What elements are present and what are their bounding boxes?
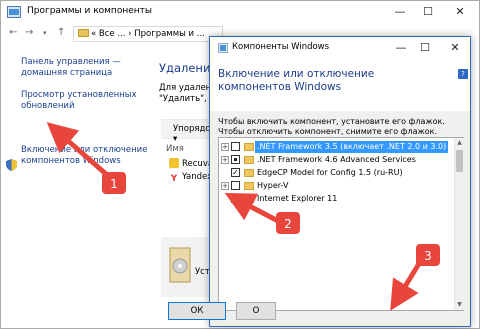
feature-label: .NET Framework 4.6 Advanced Services [257,155,416,164]
windows-features-dialog: Компоненты Windows — ☐ ✕ Включение или о… [209,36,471,327]
forward-icon[interactable]: → [25,27,33,38]
folder-icon [78,29,89,37]
folder-icon [244,195,254,203]
feature-row-hyperv[interactable]: + Hyper-V [219,180,453,192]
expand-icon[interactable]: + [221,182,229,190]
expand-icon[interactable]: + [221,143,229,151]
feature-checkbox-ie11[interactable]: ✓ [231,194,240,203]
feature-checkbox-net46[interactable] [231,155,240,164]
feature-checkbox-net35[interactable] [231,142,240,151]
list-item[interactable]: Recuva [169,158,213,169]
dialog-heading: Включение или отключение компонентов Win… [218,68,375,93]
dialog-header: Включение или отключение компонентов Win… [210,59,470,111]
installer-box-icon [169,247,191,283]
folder-icon [244,182,254,190]
bg-window-title: Программы и компоненты [27,6,152,16]
sidebar: Панель управления — домашняя страница Пр… [1,46,151,328]
shield-icon [6,159,17,171]
sidebar-link-windows-features[interactable]: Включение или отключение компонентов Win… [21,145,149,167]
windows-features-icon [218,43,228,53]
sidebar-link-updates[interactable]: Просмотр установленных обновлений [21,90,149,112]
feature-checkbox-hyperv[interactable] [231,181,240,190]
ok-button[interactable]: ОК [168,302,226,320]
help-icon[interactable]: ? [458,69,468,79]
folder-icon [244,143,254,151]
list-item[interactable]: Y Yandex [169,172,212,184]
bg-minimize-button[interactable]: — [387,3,413,21]
folder-icon [244,169,254,177]
recuva-icon [169,158,179,168]
cancel-button[interactable]: О [236,302,276,320]
programs-icon [7,6,21,18]
yandex-icon: Y [169,174,179,184]
feature-label: .NET Framework 3.5 (включает .NET 2.0 и … [255,141,449,153]
feature-row-edgecp[interactable]: ✓ EdgeCP Model for Config 1.5 (ru-RU) [219,167,453,179]
dialog-close-button[interactable]: ✕ [442,39,468,57]
scroll-up-icon[interactable]: ▲ [455,138,464,148]
sidebar-link-home[interactable]: Панель управления — домашняя страница [21,57,149,79]
tree-scrollbar[interactable]: ▲ ▼ [454,138,464,310]
dialog-maximize-button[interactable]: ☐ [412,39,438,57]
feature-label: Internet Explorer 11 [257,194,338,203]
feature-label: EdgeCP Model for Config 1.5 (ru-RU) [257,168,403,177]
dialog-title: Компоненты Windows [232,42,330,52]
back-icon[interactable]: ← [9,27,17,38]
program-name: Yandex [182,172,213,182]
bg-maximize-button[interactable]: ☐ [415,3,441,21]
folder-icon [244,156,254,164]
dialog-minimize-button[interactable]: — [388,39,414,57]
scroll-thumb[interactable] [456,150,463,172]
bg-titlebar: Программы и компоненты — ☐ ✕ [1,1,479,23]
breadcrumb-text: « Все ... › Программы и ... [91,29,205,39]
dialog-titlebar: Компоненты Windows — ☐ ✕ [210,37,470,59]
column-header-name[interactable]: Имя [166,144,184,154]
feature-label: Hyper-V [257,181,289,190]
features-tree: + .NET Framework 3.5 (включает .NET 2.0 … [218,137,464,311]
up-icon[interactable]: ↑ [57,27,65,38]
history-dropdown-icon[interactable]: ▾ [43,29,47,37]
bg-close-button[interactable]: ✕ [447,3,473,21]
expand-icon[interactable]: + [221,156,229,164]
breadcrumb[interactable]: « Все ... › Программы и ... [73,26,223,42]
feature-row-net46[interactable]: + .NET Framework 4.6 Advanced Services [219,154,453,166]
feature-row-net35[interactable]: + .NET Framework 3.5 (включает .NET 2.0 … [219,141,453,153]
scroll-down-icon[interactable]: ▼ [455,300,464,310]
feature-row-ie11[interactable]: ✓ Internet Explorer 11 [219,193,453,205]
feature-checkbox-edgecp[interactable]: ✓ [231,168,240,177]
